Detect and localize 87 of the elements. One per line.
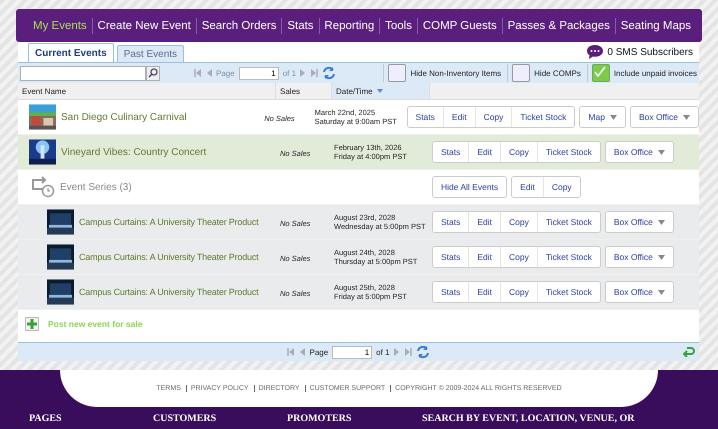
nav-link[interactable]: Passes & Packages	[502, 20, 615, 32]
nav-link[interactable]: COMP Guests	[418, 20, 502, 32]
checkbox[interactable]	[592, 64, 610, 82]
action-button[interactable]: Edit	[468, 142, 500, 162]
footer-heading: PAGES	[29, 413, 62, 424]
dropdown-button[interactable]: Box Office	[606, 212, 673, 232]
action-button[interactable]: Hide All Events	[433, 177, 506, 197]
action-button[interactable]: Copy	[542, 177, 580, 197]
footer-heading: SEARCH BY EVENT, LOCATION, VENUE, OR	[422, 413, 634, 424]
return-arrow-icon[interactable]	[683, 347, 695, 357]
nav-link[interactable]: Create New Event	[92, 20, 196, 32]
action-button[interactable]: Copy	[500, 212, 537, 232]
refresh-icon[interactable]	[322, 66, 336, 80]
action-button[interactable]: Copy	[500, 282, 537, 302]
checkbox-label: Hide Non-Inventory Items	[410, 68, 502, 78]
caret-icon	[683, 114, 690, 120]
action-button[interactable]: Copy	[500, 247, 537, 267]
dropdown-button[interactable]: Box Office	[606, 142, 673, 162]
first-page-icon[interactable]	[194, 69, 202, 77]
last-page-icon[interactable]	[310, 69, 318, 77]
nav-link[interactable]: My Events	[28, 20, 92, 32]
tab[interactable]: Past Events	[116, 45, 184, 62]
footer-heading: CUSTOMERS	[153, 413, 216, 424]
search-button[interactable]	[146, 66, 160, 80]
caret-icon	[658, 290, 665, 294]
caret-icon	[658, 220, 665, 224]
page-label: Page	[216, 68, 235, 78]
action-button[interactable]: Stats	[433, 247, 468, 267]
action-button[interactable]: Copy	[500, 142, 537, 162]
dropdown-button[interactable]: Box Office	[606, 247, 673, 267]
next-page-icon[interactable]	[394, 348, 400, 356]
action-button[interactable]: Ticket Stock	[536, 247, 600, 267]
dropdown-button[interactable]: Box Office	[630, 107, 698, 127]
event-name[interactable]: Campus Curtains: A University Theater Product	[79, 252, 258, 262]
footer-heading: PROMOTERS	[287, 413, 352, 424]
series-name: Event Series (3)	[60, 182, 132, 192]
event-name[interactable]: Campus Curtains: A University Theater Product	[79, 287, 258, 297]
action-button[interactable]: Copy	[474, 107, 512, 127]
event-name[interactable]: San Diego Culinary Carnival	[61, 112, 187, 122]
first-page-icon[interactable]	[287, 348, 296, 356]
nav-link[interactable]: Reporting	[319, 20, 380, 32]
sort-arrow-icon	[376, 89, 383, 93]
caret-icon	[658, 150, 665, 154]
action-button[interactable]: Ticket Stock	[536, 212, 600, 232]
previous-page-icon[interactable]	[206, 69, 212, 77]
page-field[interactable]: 1	[238, 66, 279, 80]
action-button[interactable]: Ticket Stock	[511, 107, 574, 127]
nav-link[interactable]: Seating Maps	[616, 20, 696, 32]
action-button[interactable]: Edit	[468, 282, 500, 302]
action-button[interactable]: Stats	[408, 107, 443, 127]
page-count: of 1	[282, 68, 296, 78]
refresh-icon[interactable]	[416, 345, 430, 359]
page-label: Page	[309, 348, 328, 356]
dropdown-button[interactable]: Map	[580, 107, 625, 127]
action-button[interactable]: Stats	[433, 142, 468, 162]
search-field[interactable]	[20, 66, 146, 80]
action-button[interactable]: Edit	[442, 107, 475, 127]
dropdown-button[interactable]: Box Office	[606, 282, 673, 302]
checkbox[interactable]	[388, 64, 406, 82]
nav-link[interactable]: Search Orders	[196, 20, 282, 32]
tab[interactable]: Current Events	[28, 43, 114, 62]
action-button[interactable]: Edit	[468, 212, 500, 232]
event-name[interactable]: Vineyard Vibes: Country Concert	[61, 146, 206, 158]
sms-count: 0 SMS Subscribers	[607, 46, 693, 58]
caret-icon	[658, 254, 665, 260]
action-button[interactable]: Edit	[468, 247, 500, 267]
add-button[interactable]	[25, 317, 39, 331]
action-button[interactable]: Ticket Stock	[536, 142, 600, 162]
action-button[interactable]: Stats	[433, 212, 468, 232]
column-header[interactable]: Date/Time	[332, 83, 430, 99]
action-button[interactable]: Ticket Stock	[536, 282, 600, 302]
checkbox-label: Include unpaid invoices	[614, 68, 697, 78]
checkbox-label: Hide COMPs	[534, 68, 581, 78]
page-count: of 1	[376, 348, 390, 356]
action-button[interactable]: Stats	[433, 282, 468, 302]
event-name[interactable]: Campus Curtains: A University Theater Product	[79, 217, 258, 227]
previous-page-icon[interactable]	[299, 348, 306, 356]
column-header[interactable]: Event Name	[18, 83, 276, 99]
nav-link[interactable]: Tools	[380, 20, 417, 32]
page-field[interactable]: 1	[332, 346, 372, 358]
action-button[interactable]: Edit	[512, 177, 543, 197]
checkbox[interactable]	[512, 64, 530, 82]
next-page-icon[interactable]	[300, 69, 306, 77]
last-page-icon[interactable]	[404, 348, 412, 356]
caret-icon	[610, 114, 617, 120]
nav-link[interactable]: Stats	[282, 20, 319, 32]
repeat-clock-icon	[31, 176, 55, 198]
